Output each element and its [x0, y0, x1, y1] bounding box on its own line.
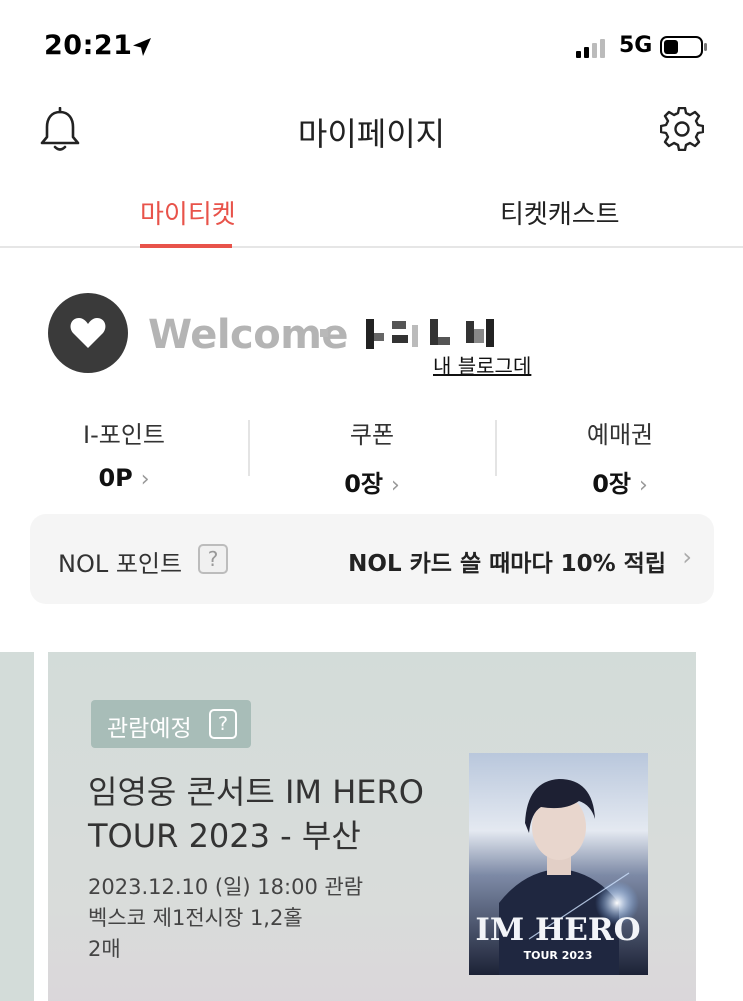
welcome-text: Welcome [148, 312, 349, 358]
battery-icon [660, 36, 707, 58]
stat-divider [495, 420, 497, 476]
gear-icon[interactable] [660, 107, 704, 151]
chevron-right-icon: › [638, 473, 648, 498]
stat-ipoint[interactable]: I-포인트 0P › [0, 415, 248, 492]
event-info: 2023.12.10 (일) 18:00 관람 벡스코 제1전시장 1,2홀 2… [88, 872, 363, 965]
poster-title: IM HERO [475, 912, 640, 948]
stat-voucher[interactable]: 예매권 0장 › [496, 415, 743, 499]
tab-my-tickets[interactable]: 마이티켓 [140, 194, 236, 231]
active-tab-indicator [140, 244, 232, 248]
tab-bar: 마이티켓 티켓캐스트 [0, 180, 743, 248]
previous-ticket-card[interactable] [0, 652, 34, 1001]
nol-points-bar[interactable]: NOL 포인트 ? NOL 카드 쓸 때마다 10% 적립 › [30, 514, 714, 604]
location-arrow-icon [133, 38, 151, 56]
stat-divider [248, 420, 250, 476]
ticket-count: 2매 [88, 937, 121, 961]
nol-points-label: NOL 포인트 [58, 550, 183, 578]
help-icon[interactable]: ? [198, 544, 228, 574]
event-title: 임영웅 콘서트 IM HERO TOUR 2023 - 부산 [88, 773, 424, 855]
stat-value: 0장 [344, 470, 383, 498]
event-venue: 벡스코 제1전시장 1,2홀 [88, 906, 303, 930]
event-datetime: 2023.12.10 (일) 18:00 관람 [88, 875, 364, 899]
stats-row: I-포인트 0P › 쿠폰 0장 › 예매권 0장 › [0, 415, 743, 498]
ticket-card[interactable]: 관람예정 ? 임영웅 콘서트 IM HERO TOUR 2023 - 부산 20… [48, 652, 696, 1001]
stat-value: 0장 [592, 470, 631, 498]
chevron-right-icon: › [140, 467, 150, 492]
network-label: 5G [619, 33, 653, 58]
stat-label: 예매권 [586, 421, 654, 449]
chevron-right-icon: › [682, 543, 692, 571]
event-poster-image: IM HERO TOUR 2023 [469, 753, 648, 975]
stat-coupon[interactable]: 쿠폰 0장 › [248, 415, 496, 499]
status-badge: 관람예정 ? [91, 700, 251, 748]
status-time: 20:21 [44, 30, 133, 61]
poster-subtitle: TOUR 2023 [524, 949, 593, 962]
help-icon[interactable]: ? [209, 709, 237, 739]
chevron-right-icon: › [390, 473, 400, 498]
stat-value: 0P [98, 464, 133, 492]
status-badge-label: 관람예정 [107, 716, 192, 742]
nol-promo-text: NOL 카드 쓸 때마다 10% 적립 [348, 551, 666, 577]
page-title: 마이페이지 [297, 115, 446, 153]
header: 마이페이지 [0, 95, 743, 165]
avatar[interactable] [48, 293, 128, 373]
status-bar: 20:21 5G [0, 0, 743, 90]
blog-link[interactable]: 내 블로그데 [433, 350, 531, 379]
heart-icon [70, 318, 106, 348]
signal-icon [576, 39, 605, 58]
stat-label: 쿠폰 [349, 421, 395, 449]
tab-ticket-cast[interactable]: 티켓캐스트 [500, 194, 620, 231]
stat-label: I-포인트 [83, 421, 165, 449]
